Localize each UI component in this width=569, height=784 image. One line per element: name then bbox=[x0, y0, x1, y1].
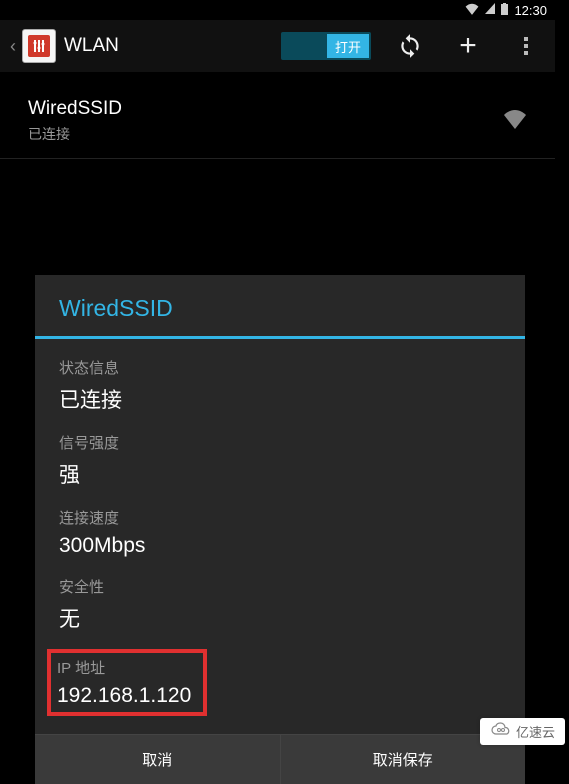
battery-icon bbox=[501, 3, 508, 18]
detail-row-status: 状态信息 已连接 bbox=[53, 355, 507, 416]
app-icon[interactable] bbox=[22, 29, 56, 63]
wifi-strength-icon bbox=[503, 109, 527, 134]
dialog-button-bar: 取消 取消保存 bbox=[35, 734, 525, 784]
detail-value: 强 bbox=[59, 459, 501, 489]
dialog-body: 状态信息 已连接 信号强度 强 连接速度 300Mbps 安全性 无 IP 地址… bbox=[35, 339, 525, 734]
add-network-icon[interactable]: + bbox=[449, 27, 487, 65]
wifi-list: WiredSSID 已连接 bbox=[0, 72, 555, 171]
refresh-icon[interactable] bbox=[391, 27, 429, 65]
detail-value: 无 bbox=[59, 603, 501, 633]
action-bar: ‹ WLAN 打开 + bbox=[0, 20, 555, 72]
detail-label: 连接速度 bbox=[59, 507, 501, 528]
wifi-status: 已连接 bbox=[28, 124, 503, 144]
detail-value: 192.168.1.120 bbox=[57, 684, 197, 708]
detail-value: 已连接 bbox=[59, 384, 501, 414]
detail-row-ip-highlighted: IP 地址 192.168.1.120 bbox=[47, 649, 207, 716]
status-time: 12:30 bbox=[514, 3, 547, 18]
wifi-list-item[interactable]: WiredSSID 已连接 bbox=[0, 84, 555, 159]
dialog-title: WiredSSID bbox=[59, 295, 501, 322]
detail-value: 300Mbps bbox=[59, 534, 501, 558]
wifi-ssid: WiredSSID bbox=[28, 98, 503, 120]
watermark: 亿速云 bbox=[480, 718, 565, 745]
wifi-details-dialog: WiredSSID 状态信息 已连接 信号强度 强 连接速度 300Mbps 安… bbox=[35, 275, 525, 784]
wlan-toggle[interactable]: 打开 bbox=[281, 32, 371, 60]
overflow-menu-icon[interactable] bbox=[507, 27, 545, 65]
watermark-text: 亿速云 bbox=[516, 722, 555, 741]
detail-row-signal: 信号强度 强 bbox=[53, 430, 507, 491]
detail-label: 安全性 bbox=[59, 576, 501, 597]
cancel-button[interactable]: 取消 bbox=[35, 735, 281, 784]
dialog-header: WiredSSID bbox=[35, 275, 525, 339]
cellular-signal-icon bbox=[485, 3, 495, 17]
page-title: WLAN bbox=[64, 35, 119, 57]
status-bar: 12:30 bbox=[0, 0, 555, 20]
wifi-signal-icon bbox=[465, 3, 479, 18]
detail-row-speed: 连接速度 300Mbps bbox=[53, 505, 507, 560]
back-chevron-icon[interactable]: ‹ bbox=[10, 36, 16, 57]
detail-label: IP 地址 bbox=[57, 657, 197, 678]
cloud-icon bbox=[490, 722, 512, 741]
detail-label: 信号强度 bbox=[59, 432, 501, 453]
detail-row-security: 安全性 无 bbox=[53, 574, 507, 635]
toggle-on-label: 打开 bbox=[327, 34, 369, 58]
detail-label: 状态信息 bbox=[59, 357, 501, 378]
